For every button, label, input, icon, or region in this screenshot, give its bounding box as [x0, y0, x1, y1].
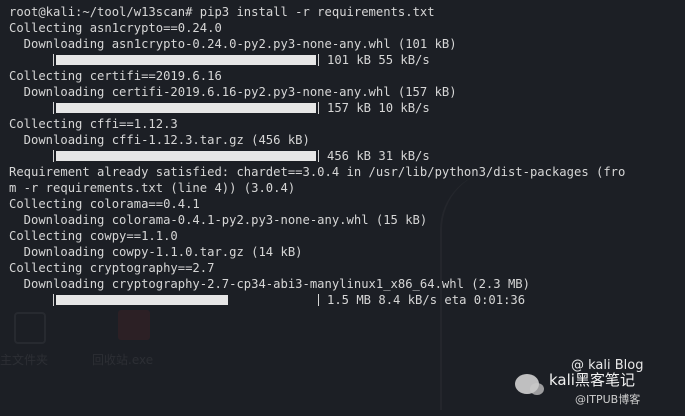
home-folder-icon: [14, 312, 46, 344]
shell-command: pip3 install -r requirements.txt: [199, 5, 435, 19]
wechat-logo-icon: [515, 374, 544, 395]
output-line: Collecting cffi==1.12.3: [9, 117, 178, 131]
output-line: Downloading colorama-0.4.1-py2.py3-none-…: [9, 213, 428, 227]
output-line: Downloading asn1crypto-0.24.0-py2.py3-no…: [9, 37, 457, 51]
progress-bar: [53, 150, 319, 162]
output-line: Downloading certifi-2019.6.16-py2.py3-no…: [9, 85, 457, 99]
output-line: Downloading cryptography-2.7-cp34-abi3-m…: [9, 277, 530, 291]
progress-line: 157 kB 10 kB/s: [9, 100, 681, 116]
trash-caption: 回收站.exe: [92, 353, 154, 367]
progress-line: 456 kB 31 kB/s: [9, 148, 681, 164]
home-folder-caption: 主文件夹: [0, 353, 49, 367]
progress-status: 1.5 MB 8.4 kB/s eta 0:01:36: [327, 293, 526, 307]
progress-bar-fill: [56, 295, 228, 305]
output-line: Collecting cryptography==2.7: [9, 261, 215, 275]
output-line: Collecting asn1crypto==0.24.0: [9, 21, 222, 35]
output-line: m -r requirements.txt (line 4)) (3.0.4): [9, 181, 296, 195]
progress-line: 101 kB 55 kB/s: [9, 52, 681, 68]
watermark: @ kali Blog kali黑客笔记 @ITPUB博客: [515, 358, 675, 410]
shell-prompt: root@kali:~/tool/w13scan#: [9, 5, 193, 19]
progress-status: 456 kB 31 kB/s: [327, 149, 430, 163]
terminal-window[interactable]: 主文件夹 回收站.exe root@kali:~/tool/w13scan# p…: [0, 0, 685, 416]
progress-bar-fill: [56, 151, 316, 161]
trash-icon: [118, 310, 150, 340]
progress-line: 1.5 MB 8.4 kB/s eta 0:01:36: [9, 292, 681, 308]
output-line: Collecting colorama==0.4.1: [9, 197, 200, 211]
progress-bar: [53, 54, 319, 66]
output-line: Collecting certifi==2019.6.16: [9, 69, 222, 83]
progress-bar: [53, 102, 319, 114]
progress-status: 101 kB 55 kB/s: [327, 53, 430, 67]
output-line: Downloading cffi-1.12.3.tar.gz (456 kB): [9, 133, 310, 147]
progress-bar: [53, 294, 319, 306]
command-line: root@kali:~/tool/w13scan# pip3 install -…: [9, 4, 681, 20]
output-line: Downloading cowpy-1.1.0.tar.gz (14 kB): [9, 245, 303, 259]
watermark-subtitle: @ITPUB博客: [575, 393, 641, 406]
output-line: Requirement already satisfied: chardet==…: [9, 165, 626, 179]
progress-status: 157 kB 10 kB/s: [327, 101, 430, 115]
progress-bar-fill: [56, 103, 316, 113]
terminal-output[interactable]: root@kali:~/tool/w13scan# pip3 install -…: [9, 4, 681, 308]
progress-bar-fill: [56, 55, 316, 65]
watermark-title: kali黑客笔记: [549, 371, 635, 389]
output-line: Collecting cowpy==1.1.0: [9, 229, 178, 243]
